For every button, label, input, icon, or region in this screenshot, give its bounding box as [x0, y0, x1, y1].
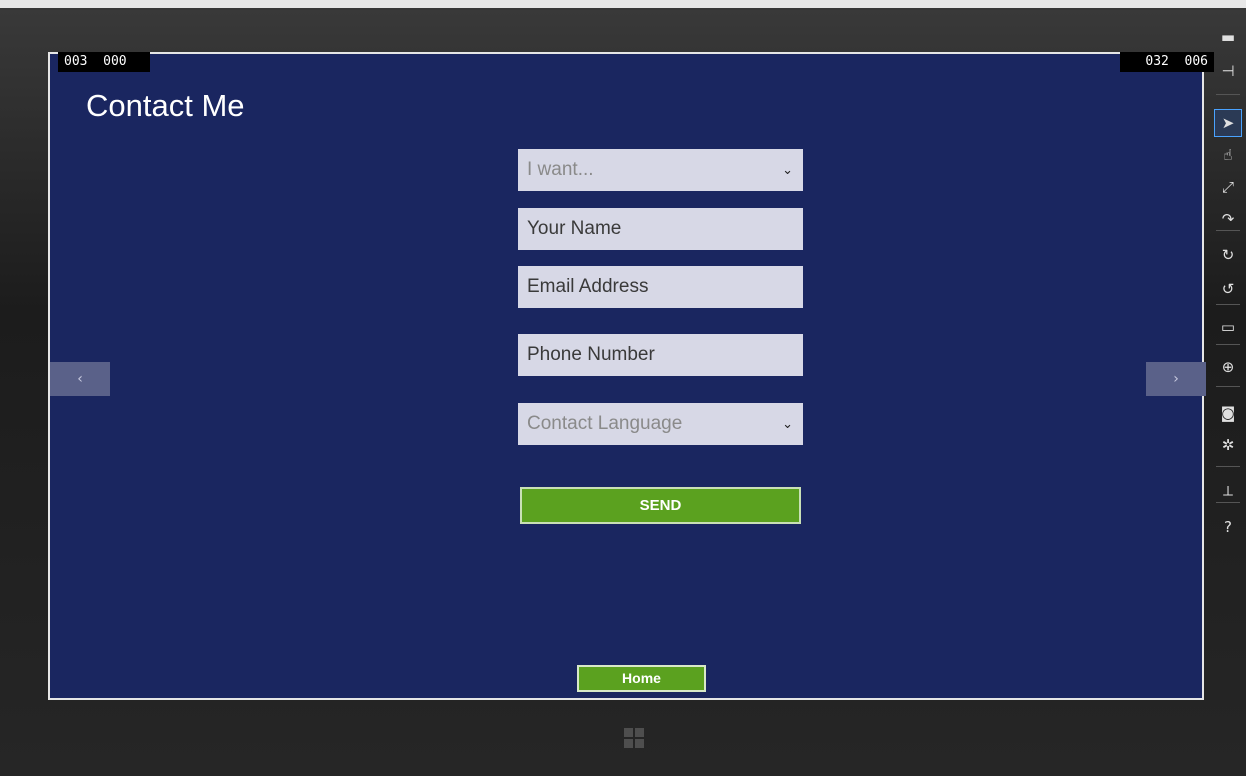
pin-icon[interactable]: ⊣ [1215, 58, 1241, 84]
next-page-button[interactable]: › [1146, 362, 1206, 396]
touch-mode-icon[interactable]: ☝ [1215, 142, 1241, 168]
toolbar-divider [1216, 502, 1240, 503]
rotate-gesture-icon[interactable]: ↷ [1215, 206, 1241, 232]
toolbar-divider [1216, 94, 1240, 95]
pinch-zoom-icon[interactable]: ⤢ [1215, 174, 1241, 200]
windows-logo-icon[interactable] [624, 728, 644, 748]
resolution-icon[interactable]: ▭ [1215, 314, 1241, 340]
help-icon[interactable]: ? [1215, 514, 1241, 540]
chevron-down-icon: ⌄ [782, 162, 793, 177]
screenshot-icon[interactable]: ◙ [1215, 400, 1241, 426]
previous-page-button[interactable]: ‹ [50, 362, 110, 396]
toolbar-divider [1216, 230, 1240, 231]
page-title: Contact Me [86, 88, 245, 123]
intent-select[interactable]: I want... ⌄ [518, 149, 803, 191]
settings-icon[interactable]: ✲ [1215, 432, 1241, 458]
network-icon[interactable]: ⟂ [1215, 478, 1241, 504]
contact-language-select-value: Contact Language [527, 413, 683, 434]
rotate-clockwise-icon[interactable]: ↻ [1215, 242, 1241, 268]
frame-counter-right: 032 006 [1120, 52, 1214, 72]
email-field-placeholder: Email Address [527, 276, 649, 297]
toolbar-divider [1216, 304, 1240, 305]
frame-counter-left: 003 000 [58, 52, 150, 72]
minimize-icon[interactable]: ▬ [1215, 24, 1241, 50]
toolbar-divider [1216, 466, 1240, 467]
window-top-strip [0, 0, 1246, 8]
mouse-mode-icon[interactable]: ➤ [1214, 109, 1242, 137]
home-button[interactable]: Home [577, 665, 706, 692]
email-field[interactable]: Email Address [518, 266, 803, 308]
rotate-counterclockwise-icon[interactable]: ↺ [1215, 276, 1241, 302]
name-field[interactable]: Your Name [518, 208, 803, 250]
phone-field[interactable]: Phone Number [518, 334, 803, 376]
location-icon[interactable]: ⊕ [1215, 354, 1241, 380]
simulator-toolbar: ▬ ⊣ ➤ ☝ ⤢ ↷ ↻ ↺ ▭ ⊕ ◙ ✲ ⟂? [1210, 18, 1246, 548]
contact-language-select[interactable]: Contact Language ⌄ [518, 403, 803, 445]
send-button[interactable]: SEND [520, 487, 801, 524]
toolbar-divider [1216, 344, 1240, 345]
intent-select-value: I want... [527, 159, 594, 180]
name-field-placeholder: Your Name [527, 218, 622, 239]
chevron-down-icon: ⌄ [782, 416, 793, 431]
phone-field-placeholder: Phone Number [527, 344, 655, 365]
toolbar-divider [1216, 386, 1240, 387]
